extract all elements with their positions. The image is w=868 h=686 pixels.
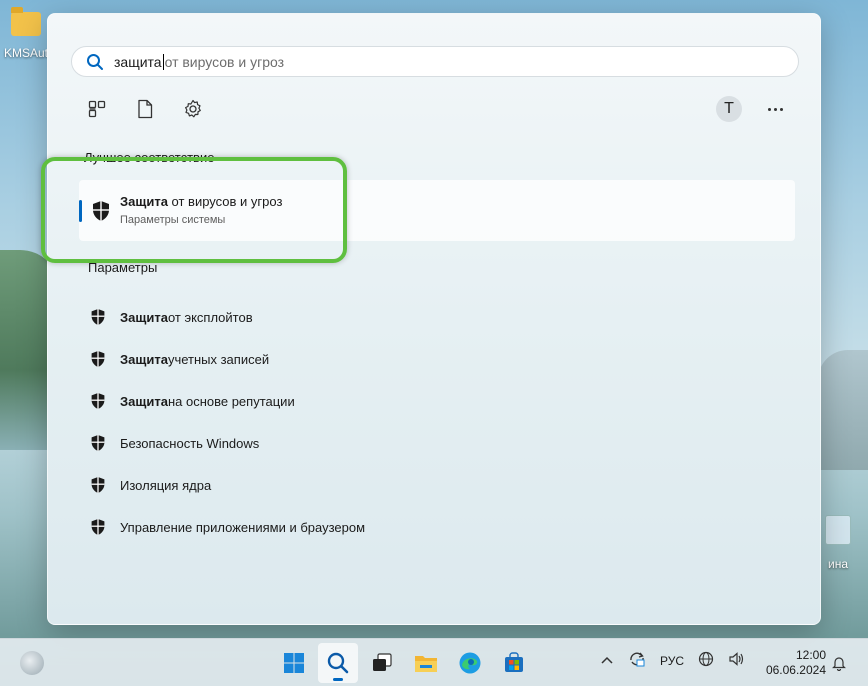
search-input[interactable]: защита от вирусов и угроз [71,46,799,77]
search-icon [327,652,349,674]
taskbar-search-button[interactable] [318,643,358,683]
clock-date: 06.06.2024 [765,663,826,677]
volume-icon[interactable] [728,651,744,670]
result-rest-part: от эксплойтов [167,309,253,325]
sync-icon[interactable] [628,651,646,670]
shield-icon [91,200,111,227]
shield-icon [89,350,107,368]
desktop-icon-label: ина [827,557,848,571]
result-rest-part: учетных записей [167,351,270,367]
clock-time: 12:00 [795,648,826,662]
language-indicator[interactable]: РУС [660,654,684,668]
microsoft-store-button[interactable] [494,643,534,683]
search-filters [84,96,206,122]
settings-results-list: Защита от эксплойтов Защита учетных запи… [89,296,365,548]
system-tray: РУС [600,651,744,670]
document-icon [138,99,153,119]
filter-apps-button[interactable] [84,96,110,122]
shield-icon [89,434,107,452]
settings-result-item[interactable]: Защита учетных записей [89,338,365,380]
task-view-button[interactable] [362,643,402,683]
search-suggestion-text: от вирусов и угроз [164,53,285,70]
best-match-subtitle: Параметры системы [120,214,226,226]
desktop-icon-kmsauto[interactable]: KMSAut [2,7,50,60]
result-rest-part: Управление приложениями и браузером [120,519,366,535]
more-dot [779,107,783,111]
best-match-result[interactable]: Защита от вирусов и угроз Параметры сист… [79,180,795,241]
desktop-icon-label: KMSAut [3,46,48,60]
result-rest-part: Безопасность Windows [120,435,260,451]
title-bold-part: Защита [120,194,168,209]
account-avatar[interactable]: T [716,96,742,122]
selection-accent-bar [79,200,82,222]
more-dot [773,107,777,111]
search-panel: защита от вирусов и угроз T Лучшее соотв… [41,13,821,625]
result-bold-part: Защита [120,351,168,367]
weather-widget-icon[interactable] [20,651,44,675]
filter-settings-button[interactable] [180,96,206,122]
text-caret [162,53,164,70]
best-match-heading: Лучшее соответствие [84,150,215,165]
notification-bell-icon[interactable] [832,655,846,676]
search-typed-text: защита [114,53,162,70]
start-button[interactable] [274,643,314,683]
file-explorer-button[interactable] [406,643,446,683]
taskbar-apps [274,643,534,683]
more-dot [767,107,771,111]
gear-icon [185,99,201,118]
edge-browser-button[interactable] [450,643,490,683]
shield-icon [89,518,107,536]
shield-icon [89,476,107,494]
settings-result-item[interactable]: Защита на основе репутации [89,380,365,422]
settings-result-item[interactable]: Безопасность Windows [89,422,365,464]
search-icon [86,53,104,71]
result-bold-part: Защита [120,309,168,325]
apps-icon [88,100,106,118]
desktop-wallpaper-mountain [818,350,868,470]
system-clock[interactable]: 12:00 06.06.2024 [762,648,826,678]
best-match-title: Защита от вирусов и угроз [120,194,282,209]
shield-icon [89,308,107,326]
result-rest-part: Изоляция ядра [120,477,212,493]
taskbar: РУС 12:00 06.06.2024 [0,638,868,686]
settings-result-item[interactable]: Изоляция ядра [89,464,365,506]
folder-icon [415,656,437,672]
result-rest-part: на основе репутации [167,393,295,409]
edge-icon [459,652,481,674]
recycle-bin-icon [825,515,851,545]
network-globe-icon[interactable] [698,651,714,670]
settings-result-item[interactable]: Защита от эксплойтов [89,296,365,338]
folder-icon [11,7,41,36]
store-icon [505,652,523,672]
more-options-button[interactable] [762,96,788,122]
result-bold-part: Защита [120,393,168,409]
filter-documents-button[interactable] [132,96,158,122]
chevron-up-icon[interactable] [600,654,614,668]
task-view-icon [373,653,392,671]
title-rest-part: от вирусов и угроз [167,194,283,209]
windows-logo-icon [284,653,304,673]
settings-section-heading: Параметры [88,260,158,275]
settings-result-item[interactable]: Управление приложениями и браузером [89,506,365,548]
shield-icon [89,392,107,410]
